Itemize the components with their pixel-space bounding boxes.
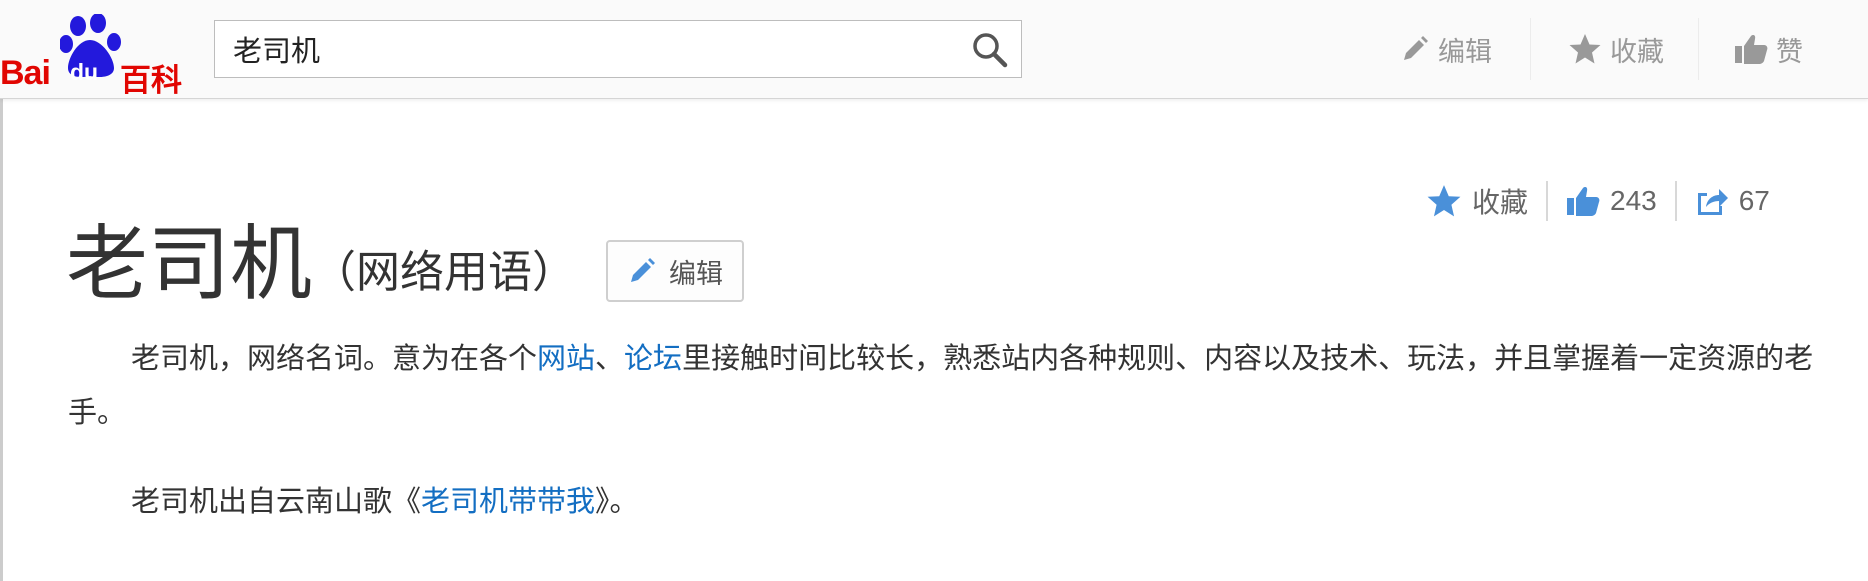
logo-text-bai: Bai: [0, 54, 51, 92]
header-like-label: 赞: [1776, 36, 1803, 68]
search-icon[interactable]: [971, 31, 1009, 69]
stat-separator: [1674, 181, 1677, 221]
share-icon: [1697, 189, 1728, 215]
header-favorite-label: 收藏: [1610, 36, 1664, 68]
header-like-button[interactable]: 赞: [1734, 18, 1803, 80]
likes-count: 243: [1610, 185, 1657, 216]
star-icon: [1569, 34, 1601, 64]
paragraph-text: 》。: [595, 484, 639, 518]
thumbs-up-icon: [1735, 35, 1768, 64]
entry-stats: 收藏 243 67: [1426, 178, 1770, 224]
header-separator: [1698, 18, 1699, 80]
thumbs-up-icon: [1567, 187, 1600, 216]
header-separator: [1530, 18, 1531, 80]
paragraph-text: 老司机出自云南山歌《: [131, 484, 422, 518]
baidu-baike-logo[interactable]: Bai du 百科: [0, 14, 185, 99]
entry-title: 老司机: [66, 217, 313, 312]
edit-entry-button[interactable]: 编辑: [606, 240, 744, 302]
header-edit-button[interactable]: 编辑: [1400, 18, 1492, 80]
header-favorite-button[interactable]: 收藏: [1568, 18, 1664, 80]
paragraph-text: 老司机，网络名词。意为在各个: [131, 341, 538, 375]
search-box: [214, 20, 1022, 78]
edit-entry-label: 编辑: [669, 258, 723, 290]
link-website[interactable]: 网站: [537, 341, 595, 375]
paragraph-separator: 、: [595, 341, 625, 375]
shares-count: 67: [1738, 185, 1770, 216]
summary-paragraph: 老司机，网络名词。意为在各个网站、论坛里接触时间比较长，熟悉站内各种规则、内容以…: [68, 331, 1838, 439]
stat-likes[interactable]: 243: [1566, 185, 1657, 217]
pencil-icon: [1404, 36, 1428, 60]
link-forum[interactable]: 论坛: [624, 341, 682, 375]
logo-text-baike: 百科: [120, 63, 182, 99]
origin-paragraph: 老司机出自云南山歌《老司机带带我》。: [68, 474, 1838, 528]
header-edit-label: 编辑: [1438, 36, 1492, 68]
search-input[interactable]: [233, 32, 953, 66]
stat-favorite[interactable]: 收藏: [1426, 181, 1528, 221]
top-header: Bai du 百科 编辑 收藏: [0, 0, 1868, 99]
logo-text-du: du: [70, 59, 99, 85]
link-song[interactable]: 老司机带带我: [421, 484, 595, 518]
entry-subtitle: （网络用语）: [312, 247, 576, 298]
stat-shares[interactable]: 67: [1695, 185, 1770, 217]
stat-favorite-label: 收藏: [1472, 187, 1529, 218]
stat-separator: [1546, 181, 1549, 221]
star-icon: [1427, 185, 1461, 217]
pencil-icon: [631, 258, 655, 282]
